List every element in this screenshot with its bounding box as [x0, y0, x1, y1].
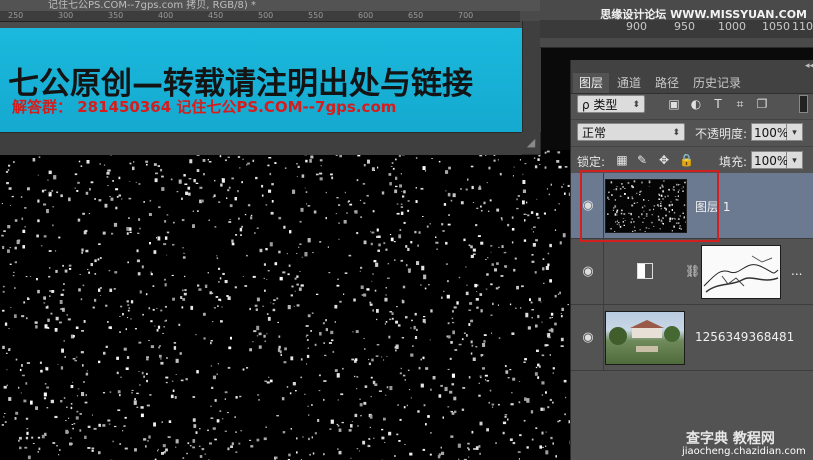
document-title: 记住七公PS.COM--7gps.com 拷贝, RGB/8) * [0, 0, 540, 11]
filter-toggle-switch[interactable] [799, 95, 808, 113]
adjustment-filter-icon[interactable]: ◐ [689, 97, 703, 111]
filter-row: ρ 类型 ⬍ ▣ ◐ T ⌗ ❐ [571, 93, 813, 120]
filter-kind-label: ρ 类型 [582, 98, 618, 112]
watermark-bottom: 查字典 教程网 [686, 431, 775, 447]
more-options[interactable]: ... [791, 264, 802, 278]
layer-name[interactable]: 1256349368481 [695, 330, 794, 344]
noise-canvas [1, 150, 570, 460]
noise-thumbnail [607, 180, 687, 234]
canvas-area[interactable] [0, 150, 570, 460]
mask-sketch [703, 255, 779, 293]
watermark-bottom-url: jiaocheng.chazidian.com [682, 446, 806, 457]
chevron-updown-icon: ⬍ [672, 128, 680, 138]
layer-row[interactable]: ◉ 图层 1 [571, 173, 813, 239]
ruler-tick: 400 [158, 11, 174, 20]
photo-thumbnail [605, 311, 685, 365]
blend-row: 正常 ⬍ 不透明度: 100% ▾ [571, 120, 813, 147]
layers-panel: ◂◂ 图层 通道 路径 历史记录 ρ 类型 ⬍ ▣ ◐ T ⌗ ❐ 正常 ⬍ 不… [570, 60, 813, 460]
fill-label: 填充: [719, 155, 748, 169]
chevron-updown-icon: ⬍ [632, 100, 640, 110]
text-filter-icon[interactable]: T [711, 97, 725, 111]
shape-filter-icon[interactable]: ⌗ [733, 97, 747, 111]
tab-layers[interactable]: 图层 [573, 73, 610, 93]
ruler-tick: 550 [308, 11, 324, 20]
lock-row: 锁定: ▦ ✎ ✥ 🔒 填充: 100% ▾ [571, 147, 813, 174]
lock-all-icon[interactable]: 🔒 [679, 153, 694, 167]
fill-dropdown-icon[interactable]: ▾ [787, 151, 803, 169]
layer-name[interactable]: 图层 1 [695, 198, 730, 215]
layer-row[interactable]: ◉ 1256349368481 [571, 305, 813, 371]
collapse-icon[interactable]: ◂◂ [571, 60, 813, 73]
watermark-top: 思缘设计论坛 WWW.MISSYUAN.COM [600, 8, 807, 21]
layer-row[interactable]: ◉ ⛓ ... [571, 239, 813, 305]
adjustment-layer-icon [637, 263, 653, 279]
layer-list: ◉ 图层 1 ◉ ⛓ ... ◉ 1256349368481 [571, 173, 813, 460]
document-ruler: 250 300 350 400 450 500 550 600 650 700 [0, 11, 520, 22]
eye-icon[interactable]: ◉ [580, 331, 596, 345]
photo-sketch [609, 320, 680, 352]
eye-icon[interactable]: ◉ [580, 265, 596, 279]
opacity-dropdown-icon[interactable]: ▾ [787, 123, 803, 141]
opacity-input[interactable]: 100% [751, 123, 788, 141]
lock-brush-icon[interactable]: ✎ [635, 153, 649, 167]
ruler-tick: 250 [8, 11, 24, 20]
image-filter-icon[interactable]: ▣ [667, 97, 681, 111]
blend-mode-value: 正常 [582, 126, 607, 140]
opacity-label: 不透明度: [695, 127, 748, 141]
panel-tabs: 图层 通道 路径 历史记录 [571, 73, 813, 94]
lock-transparency-icon[interactable]: ▦ [615, 153, 629, 167]
eye-icon[interactable]: ◉ [580, 199, 596, 213]
lock-label: 锁定: [577, 155, 606, 169]
horizontal-scrollbar[interactable] [0, 132, 522, 155]
ruler-tick: 600 [358, 11, 374, 20]
tab-paths[interactable]: 路径 [649, 73, 685, 93]
lock-move-icon[interactable]: ✥ [657, 153, 671, 167]
top-ruler: 900 950 1000 1050 1100 思缘设计论坛 WWW.MISSYU… [540, 0, 813, 48]
ruler-tick: 650 [408, 11, 424, 20]
ruler-tick: 300 [58, 11, 74, 20]
ruler-tick: 500 [258, 11, 274, 20]
tab-channels[interactable]: 通道 [611, 73, 647, 93]
banner-canvas[interactable]: 七公原创—转载请注明出处与链接 解答群： 281450364 记住七公PS.CO… [0, 28, 522, 132]
divider [603, 173, 604, 239]
document-window[interactable]: 记住七公PS.COM--7gps.com 拷贝, RGB/8) * 250 30… [0, 0, 541, 155]
resize-grip-icon[interactable]: ◢ [522, 132, 540, 154]
divider [603, 239, 604, 305]
blend-mode-select[interactable]: 正常 ⬍ [577, 123, 685, 141]
fill-input[interactable]: 100% [751, 151, 788, 169]
vertical-scrollbar[interactable] [522, 21, 541, 132]
tab-history[interactable]: 历史记录 [687, 73, 747, 93]
layer-thumbnail [605, 179, 687, 234]
ruler-tick: 350 [108, 11, 124, 20]
ruler-tick: 450 [208, 11, 224, 20]
divider [603, 305, 604, 371]
banner-subtitle: 解答群： 281450364 记住七公PS.COM--7gps.com [12, 98, 397, 116]
ruler-tick: 700 [458, 11, 474, 20]
filter-kind-select[interactable]: ρ 类型 ⬍ [577, 95, 645, 113]
layer-mask-thumbnail [701, 245, 781, 299]
smart-object-filter-icon[interactable]: ❐ [755, 97, 769, 111]
link-chain-icon[interactable]: ⛓ [685, 264, 700, 278]
